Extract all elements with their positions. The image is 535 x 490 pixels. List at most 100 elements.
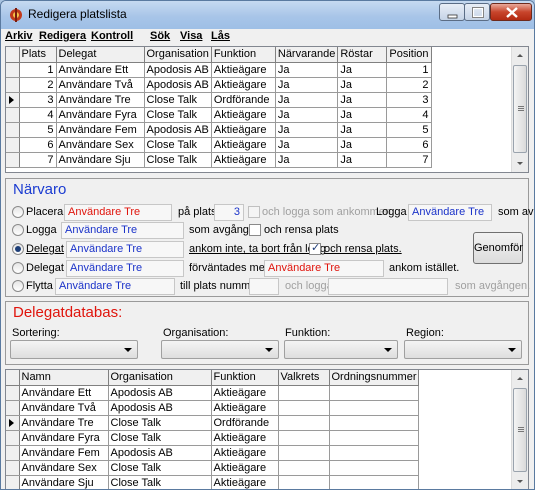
- menu-las[interactable]: Lås: [211, 30, 230, 42]
- table-cell[interactable]: Användare Fyra: [56, 107, 145, 123]
- delegat-expected-field[interactable]: Användare Tre: [66, 260, 184, 277]
- column-header[interactable]: Organisation: [108, 370, 212, 386]
- table-cell[interactable]: Apodosis AB: [108, 445, 212, 461]
- table-cell[interactable]: [278, 430, 330, 446]
- region-dropdown[interactable]: [404, 340, 522, 359]
- row-selector[interactable]: [6, 475, 20, 489]
- table-cell[interactable]: Användare Sju: [56, 152, 145, 168]
- table-cell[interactable]: Ja: [337, 152, 388, 168]
- column-header[interactable]: Röstar: [337, 47, 388, 63]
- table-cell[interactable]: Ja: [337, 77, 388, 93]
- row-selector[interactable]: [6, 430, 20, 446]
- table-cell[interactable]: Användare Två: [56, 77, 145, 93]
- column-header[interactable]: Delegat: [56, 47, 145, 63]
- target-seat-field[interactable]: [249, 278, 279, 295]
- table-row[interactable]: Användare Tre Close Talk Ordförande: [6, 415, 420, 431]
- table-cell[interactable]: Apodosis AB: [108, 400, 212, 416]
- table-cell[interactable]: [329, 475, 420, 489]
- organisation-dropdown[interactable]: [161, 340, 279, 359]
- table-cell[interactable]: Close Talk: [144, 137, 212, 153]
- delegat-replaced-radio[interactable]: [12, 262, 24, 274]
- table-cell[interactable]: Användare Fem: [19, 445, 109, 461]
- table-cell[interactable]: Close Talk: [108, 430, 212, 446]
- logga-radio[interactable]: [12, 224, 24, 236]
- table-cell[interactable]: Aktieägare: [211, 385, 279, 401]
- row-selector[interactable]: [6, 107, 20, 123]
- table-cell[interactable]: Ja: [275, 62, 339, 78]
- seat-list-grid[interactable]: Plats Delegat Organisation Funktion Närv…: [5, 46, 529, 173]
- delegate-database-scrollbar[interactable]: [511, 370, 528, 489]
- table-cell[interactable]: [329, 400, 420, 416]
- table-cell[interactable]: 5: [386, 122, 432, 138]
- table-cell[interactable]: 2: [386, 77, 432, 93]
- table-cell[interactable]: Ja: [337, 137, 388, 153]
- table-cell[interactable]: Användare Ett: [19, 385, 109, 401]
- placera-delegate-field[interactable]: Användare Tre: [64, 204, 172, 221]
- table-cell[interactable]: [278, 400, 330, 416]
- table-cell[interactable]: Ja: [275, 152, 339, 168]
- table-cell[interactable]: 1: [386, 62, 432, 78]
- table-cell[interactable]: Aktieägare: [211, 77, 276, 93]
- row-selector[interactable]: [6, 62, 20, 78]
- table-row[interactable]: 5 Användare Fem Apodosis AB Aktieägare Ja Ja 5: [6, 122, 432, 138]
- table-cell[interactable]: Apodosis AB: [144, 77, 212, 93]
- menu-arkiv[interactable]: Arkiv: [5, 30, 33, 42]
- table-cell[interactable]: Användare Fem: [56, 122, 145, 138]
- table-cell[interactable]: 4: [386, 107, 432, 123]
- column-header[interactable]: Namn: [19, 370, 109, 386]
- table-cell[interactable]: Användare Tre: [19, 415, 109, 431]
- placera-radio[interactable]: [12, 206, 24, 218]
- menu-visa[interactable]: Visa: [180, 30, 202, 42]
- table-cell[interactable]: Aktieägare: [211, 445, 279, 461]
- table-cell[interactable]: 7: [386, 152, 432, 168]
- row-selector[interactable]: [6, 400, 20, 416]
- table-cell[interactable]: Användare Sex: [19, 460, 109, 476]
- table-row[interactable]: 4 Användare Fyra Close Talk Aktieägare Ja Ja 4: [6, 107, 432, 123]
- scroll-down-button[interactable]: [512, 155, 528, 172]
- table-cell[interactable]: Ja: [337, 92, 388, 108]
- table-cell[interactable]: Close Talk: [144, 107, 212, 123]
- table-cell[interactable]: Aktieägare: [211, 475, 279, 489]
- table-cell[interactable]: Ja: [275, 77, 339, 93]
- table-cell[interactable]: [278, 460, 330, 476]
- table-row[interactable]: 7 Användare Sju Close Talk Aktieägare Ja Ja 7: [6, 152, 432, 168]
- remove-clear-checkbox[interactable]: [309, 241, 321, 255]
- column-header[interactable]: Funktion: [211, 47, 276, 63]
- replacement-delegate-field[interactable]: Användare Tre: [264, 260, 384, 277]
- column-header[interactable]: Ordningsnummer: [329, 370, 420, 386]
- title-bar[interactable]: Redigera platslista: [1, 1, 534, 29]
- table-cell[interactable]: [278, 415, 330, 431]
- table-row[interactable]: Användare Fyra Close Talk Aktieägare: [6, 430, 420, 446]
- table-cell[interactable]: Close Talk: [144, 152, 212, 168]
- row-selector[interactable]: [6, 385, 20, 401]
- table-cell[interactable]: Ordförande: [211, 92, 276, 108]
- table-cell[interactable]: Aktieägare: [211, 460, 279, 476]
- table-cell[interactable]: Ordförande: [211, 415, 279, 431]
- table-cell[interactable]: Ja: [275, 107, 339, 123]
- row-selector[interactable]: [6, 445, 20, 461]
- table-row[interactable]: 1 Användare Ett Apodosis AB Aktieägare Ja Ja 1: [6, 62, 432, 78]
- funktion-dropdown[interactable]: [284, 340, 398, 359]
- table-cell[interactable]: [278, 385, 330, 401]
- table-cell[interactable]: 2: [19, 77, 57, 93]
- table-cell[interactable]: 3: [19, 92, 57, 108]
- table-cell[interactable]: Aktieägare: [211, 107, 276, 123]
- table-cell[interactable]: 7: [19, 152, 57, 168]
- menu-kontroll[interactable]: Kontroll: [91, 30, 133, 42]
- column-header[interactable]: Funktion: [211, 370, 279, 386]
- scroll-up-button[interactable]: [512, 47, 528, 64]
- table-cell[interactable]: Ja: [337, 122, 388, 138]
- table-cell[interactable]: 4: [19, 107, 57, 123]
- table-cell[interactable]: Användare Sju: [19, 475, 109, 489]
- delegate-database-grid[interactable]: Namn Organisation Funktion Valkrets Ordn…: [5, 369, 529, 489]
- scroll-up-button[interactable]: [512, 370, 528, 387]
- column-header[interactable]: Valkrets: [278, 370, 330, 386]
- scroll-down-button[interactable]: [512, 473, 528, 489]
- logga-delegate-field[interactable]: Användare Tre: [61, 222, 184, 239]
- column-header[interactable]: Organisation: [144, 47, 212, 63]
- table-cell[interactable]: Aktieägare: [211, 430, 279, 446]
- table-cell[interactable]: Close Talk: [144, 92, 212, 108]
- flytta-delegate-field[interactable]: Användare Tre: [55, 278, 175, 295]
- menu-sok[interactable]: Sök: [150, 30, 170, 42]
- table-cell[interactable]: Ja: [275, 137, 339, 153]
